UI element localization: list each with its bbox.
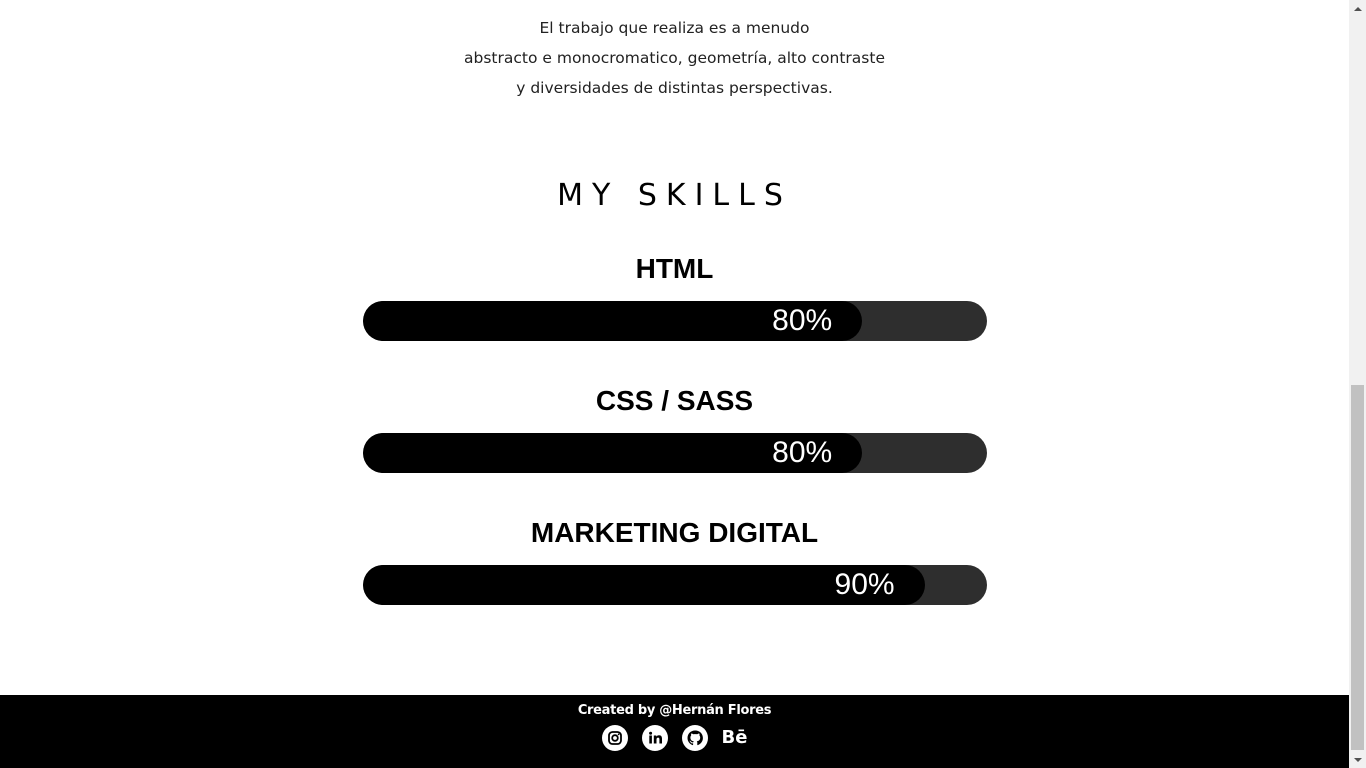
skill-bar-css-sass: 80% [363, 433, 987, 473]
skill-percent: 80% [772, 304, 833, 337]
skill-name-html: HTML [635, 253, 714, 284]
scroll-up-arrow[interactable] [1349, 0, 1366, 17]
skill-name-marketing-digital: MARKETING DIGITAL [530, 517, 819, 548]
skill-name-css-sass: CSS / SASS [595, 385, 754, 416]
vertical-scrollbar[interactable] [1349, 0, 1366, 768]
skills-title: MY SKILLS [557, 178, 792, 213]
intro-line: y diversidades de distintas perspectivas… [516, 79, 833, 97]
behance-link[interactable]: Bē [722, 725, 748, 751]
scroll-down-arrow[interactable] [1349, 751, 1366, 768]
behance-icon: Bē [721, 727, 748, 748]
social-links: Bē [0, 725, 1349, 751]
github-link[interactable] [681, 725, 708, 751]
intro-line: El trabajo que realiza es a menudo [539, 19, 810, 37]
intro-line: abstracto e monocromatico, geometría, al… [464, 49, 885, 67]
intro-text: El trabajo que realiza es a menudo abstr… [0, 13, 1349, 103]
skill-bar-marketing-digital: 90% [363, 565, 987, 605]
github-icon [681, 725, 708, 751]
instagram-link[interactable] [601, 725, 628, 751]
skill-bar-fill: 90% [363, 565, 925, 605]
linkedin-icon [641, 725, 668, 751]
page: El trabajo que realiza es a menudo abstr… [0, 0, 1349, 768]
skill-bar-fill: 80% [363, 301, 863, 341]
footer: Created by @Hernán Flores Bē [0, 695, 1349, 768]
skill-percent: 80% [772, 436, 833, 469]
instagram-icon [601, 725, 628, 751]
scrollbar-thumb[interactable] [1351, 385, 1364, 750]
skill-bar-fill: 80% [363, 433, 863, 473]
skill-bar-html: 80% [363, 301, 987, 341]
skill-percent: 90% [834, 568, 895, 601]
footer-credit: Created by @Hernán Flores [577, 703, 772, 718]
linkedin-link[interactable] [641, 725, 668, 751]
